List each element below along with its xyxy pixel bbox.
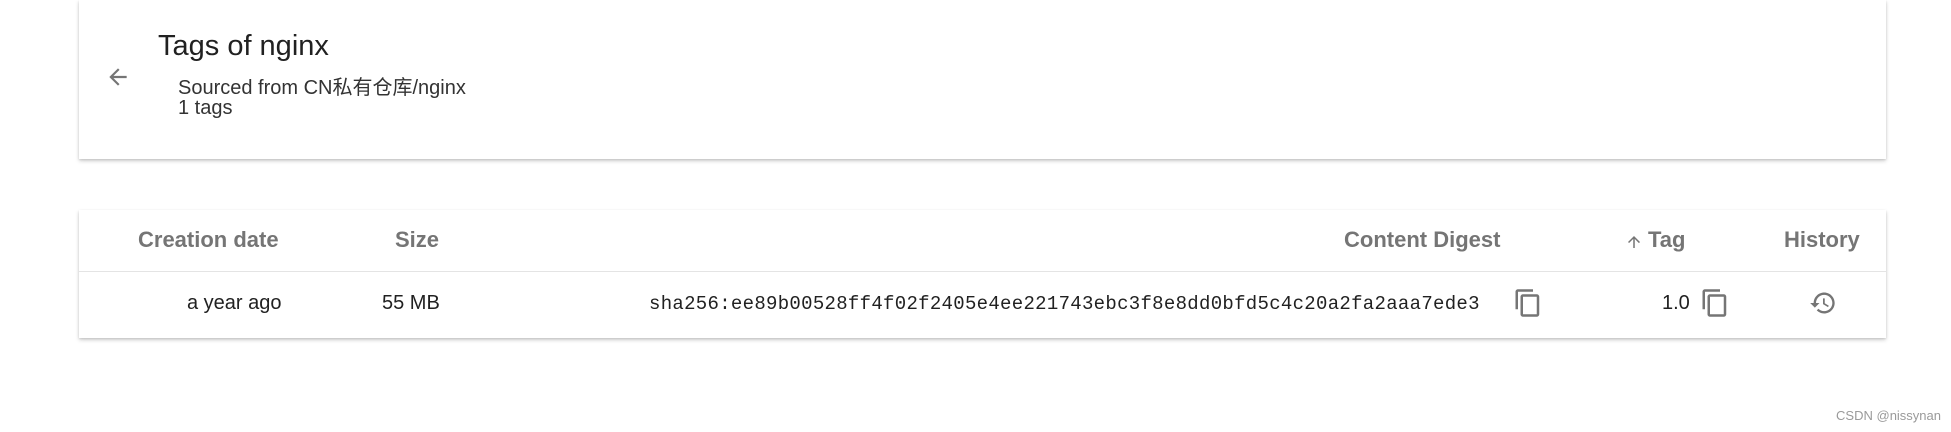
history-icon <box>1810 292 1835 314</box>
source-subtitle: Sourced from CN私有仓库/nginx <box>178 77 466 99</box>
column-header-size[interactable]: Size <box>395 227 439 253</box>
copy-icon <box>1702 289 1727 317</box>
size-cell: 55 MB <box>382 292 440 314</box>
copy-digest-button[interactable] <box>1511 286 1545 320</box>
column-header-tag[interactable]: Tag <box>1625 227 1685 253</box>
watermark: CSDN @nissynan <box>1836 408 1941 423</box>
column-header-history[interactable]: History <box>1784 227 1860 253</box>
creation-date-cell: a year ago <box>187 292 282 314</box>
tags-table: Creation date Size Content Digest Tag Hi… <box>79 210 1886 338</box>
digest-cell: sha256:ee89b00528ff4f02f2405e4ee221743eb… <box>649 293 1480 315</box>
tags-header-card: Tags of nginx Sourced from CN私有仓库/nginx … <box>79 0 1886 159</box>
page: Tags of nginx Sourced from CN私有仓库/nginx … <box>0 0 1951 432</box>
tag-header-label: Tag <box>1648 227 1686 252</box>
history-button[interactable] <box>1806 286 1840 320</box>
back-button[interactable] <box>101 60 135 94</box>
column-header-creation-date[interactable]: Creation date <box>138 227 279 253</box>
tag-count: 1 tags <box>178 97 233 119</box>
arrow-back-icon <box>109 68 127 86</box>
tag-cell: 1.0 <box>1662 292 1690 314</box>
arrow-upward-icon <box>1628 236 1640 248</box>
column-header-content-digest[interactable]: Content Digest <box>1344 227 1500 253</box>
page-title: Tags of nginx <box>158 30 329 62</box>
copy-icon <box>1515 289 1540 317</box>
table-header-row: Creation date Size Content Digest Tag Hi… <box>79 210 1886 272</box>
copy-tag-button[interactable] <box>1698 286 1732 320</box>
